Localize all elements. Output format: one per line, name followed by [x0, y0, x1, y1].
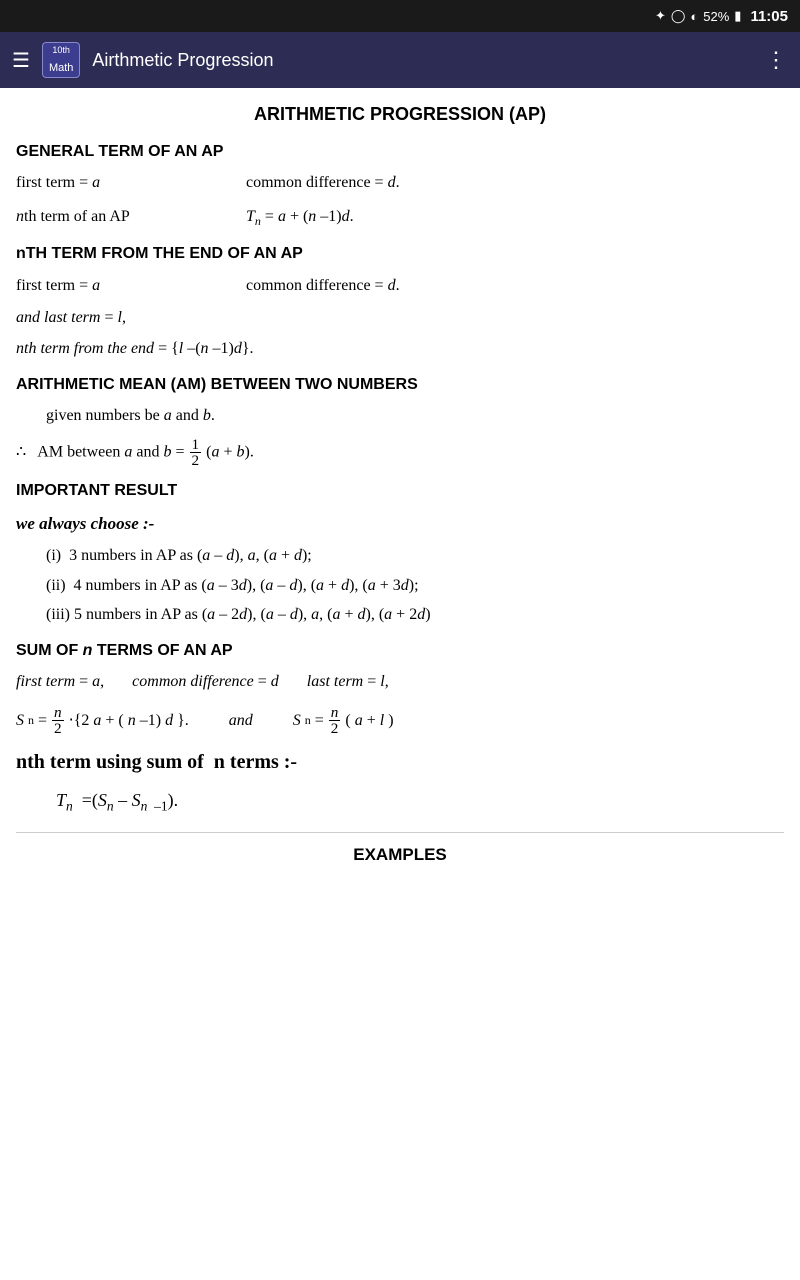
more-options-icon[interactable]: ⋮ [765, 47, 788, 73]
nav-title: Airthmetic Progression [92, 50, 753, 71]
badge-sub: Math [49, 62, 73, 75]
section5-formula1: Sn = n 2 ⋅{2a + (n –1)d}. [16, 705, 189, 736]
section3-heading: ARITHMETIC MEAN (AM) BETWEEN TWO NUMBERS [16, 372, 784, 398]
nav-bar: ☰ 10th Math Airthmetic Progression ⋮ [0, 32, 800, 88]
section5-heading: SUM OF n TERMS OF AN AP [16, 638, 784, 664]
nav-badge: 10th Math [42, 42, 80, 78]
badge-super: 10th [52, 45, 70, 55]
alarm-icon: ◯ [671, 8, 686, 24]
section4-item3: (iii) 5 numbers in AP as (a – 2d), (a – … [16, 602, 784, 628]
section5-common-diff: common difference = d [132, 669, 279, 695]
section2-row1: first term = a common difference = d. [16, 273, 784, 299]
section2-heading: nTH TERM FROM THE END OF AN AP [16, 241, 784, 267]
bluetooth-icon: ✦ [655, 8, 666, 24]
section5-and: and [229, 708, 253, 734]
section1-row2: nth term of an AP Tn = a + (n –1)d. [16, 204, 784, 231]
hamburger-menu[interactable]: ☰ [12, 48, 30, 73]
section5-row2: Sn = n 2 ⋅{2a + (n –1)d}. and Sn = n 2 (… [16, 705, 784, 736]
examples-title: EXAMPLES [16, 832, 784, 868]
battery-icon: ▮ [734, 8, 741, 24]
section4-subheading: we always choose :- [16, 510, 784, 537]
main-content: ARITHMETIC PROGRESSION (AP) GENERAL TERM… [0, 88, 800, 888]
section6-formula: Tn =(Sn – Sn –1). [16, 786, 784, 817]
section3-given: given numbers be a and b. [16, 403, 784, 429]
section5-row1: first term = a, common difference = d la… [16, 669, 784, 695]
section2-formula: nth term from the end = {l –(n –1)d}. [16, 336, 784, 362]
section1-common-diff: common difference = d. [246, 170, 784, 196]
section1-row1: first term = a common difference = d. [16, 170, 784, 196]
section5-first-term: first term = a, [16, 669, 104, 695]
signal-icon: ◐ [690, 9, 698, 24]
section1-nth-term-label: nth term of an AP [16, 204, 236, 230]
section3-formula: ∴ AM between a and b = 1 2 (a + b). [16, 437, 784, 468]
section6-heading: nth term using sum of n terms :- [16, 746, 784, 778]
main-title: ARITHMETIC PROGRESSION (AP) [16, 100, 784, 129]
status-bar: ✦ ◯ ◐ 52% ▮ 11:05 [0, 0, 800, 32]
clock-time: 11:05 [750, 8, 788, 25]
section2-heading-text: TH TERM FROM THE END OF AN AP [26, 245, 303, 262]
section4-item1: (i) 3 numbers in AP as (a – d), a, (a + … [16, 543, 784, 569]
section2-first-term: first term = a [16, 273, 236, 299]
section4-heading: IMPORTANT RESULT [16, 478, 784, 504]
section1-first-term: first term = a [16, 170, 236, 196]
status-icons: ✦ ◯ ◐ 52% ▮ 11:05 [655, 8, 788, 25]
section2-last-term: and last term = l, [16, 305, 784, 331]
section5-formula2: Sn = n 2 (a + l) [293, 705, 394, 736]
section5-last-term: last term = l, [307, 669, 389, 695]
section1-nth-term-formula: Tn = a + (n –1)d. [246, 204, 784, 231]
battery-level: 52% [703, 9, 729, 24]
section1-heading: GENERAL TERM OF AN AP [16, 139, 784, 165]
section4-item2: (ii) 4 numbers in AP as (a – 3d), (a – d… [16, 573, 784, 599]
section2-common-diff: common difference = d. [246, 273, 784, 299]
